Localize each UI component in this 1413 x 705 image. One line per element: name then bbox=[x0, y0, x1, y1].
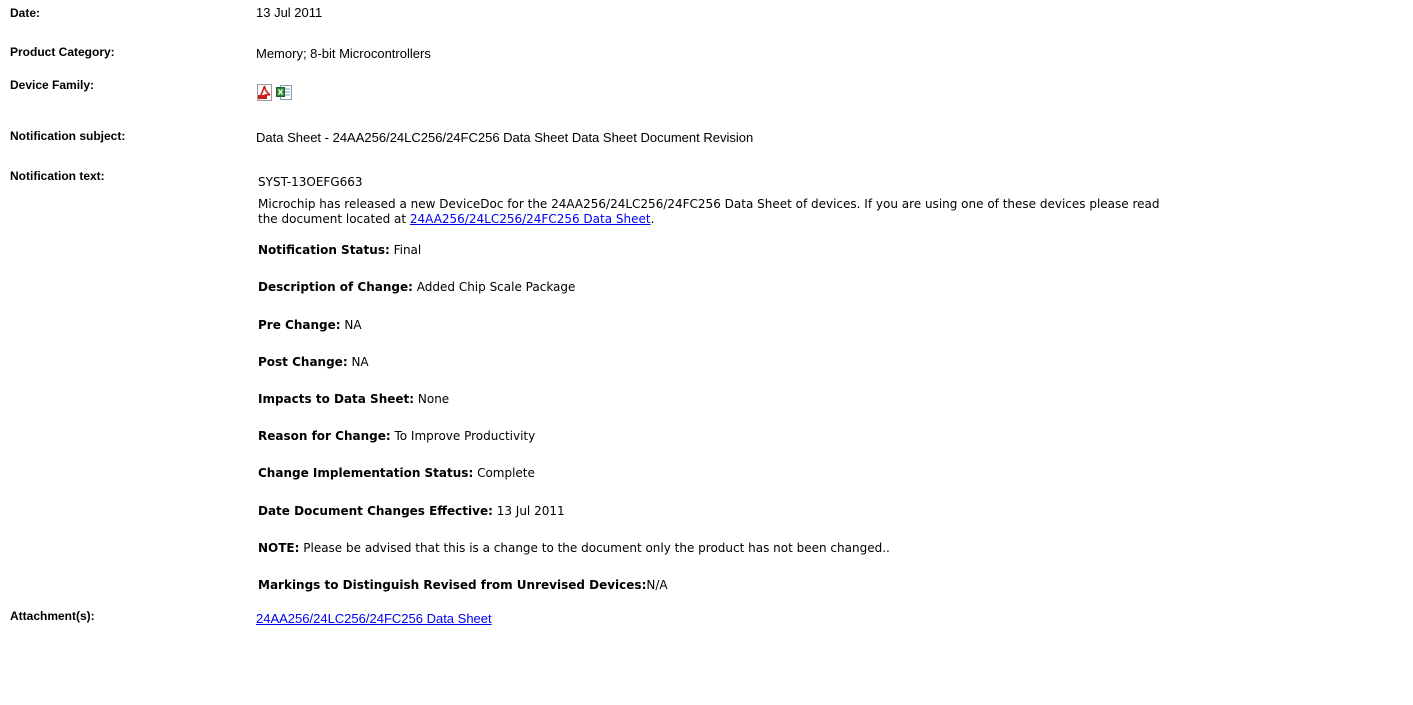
notification-intro-line2: the document located at 24AA256/24LC256/… bbox=[258, 212, 654, 226]
status-label: Notification Status: bbox=[258, 243, 390, 257]
reason-label: Reason for Change: bbox=[258, 429, 391, 443]
impacts-value: None bbox=[414, 392, 450, 406]
note-label: NOTE: bbox=[258, 541, 300, 555]
post-change-value: NA bbox=[347, 355, 369, 369]
pre-change-label: Pre Change: bbox=[258, 318, 341, 332]
effective-date-line: Date Document Changes Effective: 13 Jul … bbox=[258, 504, 565, 518]
description-value: Added Chip Scale Package bbox=[412, 280, 576, 294]
notification-intro-line1: Microchip has released a new DeviceDoc f… bbox=[258, 197, 1160, 211]
effective-date-value: 13 Jul 2011 bbox=[492, 504, 565, 518]
implementation-line: Change Implementation Status: Complete bbox=[258, 466, 535, 480]
attachments-value: 24AA256/24LC256/24FC256 Data Sheet bbox=[256, 611, 492, 626]
status-value: Final bbox=[389, 243, 422, 257]
pre-change-value: NA bbox=[340, 318, 362, 332]
implementation-value: Complete bbox=[473, 466, 535, 480]
impacts-label: Impacts to Data Sheet: bbox=[258, 392, 415, 406]
intro-prefix: the document located at bbox=[258, 212, 410, 226]
notification-body: SYST-13OEFG663 Microchip has released a … bbox=[258, 0, 1398, 705]
note-value: Please be advised that this is a change … bbox=[299, 541, 890, 555]
implementation-label: Change Implementation Status: bbox=[258, 466, 474, 480]
reason-line: Reason for Change: To Improve Productivi… bbox=[258, 429, 535, 443]
description-label: Description of Change: bbox=[258, 280, 413, 294]
post-change-line: Post Change: NA bbox=[258, 355, 369, 369]
notification-id: SYST-13OEFG663 bbox=[258, 175, 363, 189]
note-line: NOTE: Please be advised that this is a c… bbox=[258, 541, 890, 555]
attachment-datasheet-link[interactable]: 24AA256/24LC256/24FC256 Data Sheet bbox=[256, 611, 492, 626]
markings-value: N/A bbox=[646, 578, 668, 592]
effective-date-label: Date Document Changes Effective: bbox=[258, 504, 493, 518]
reason-value: To Improve Productivity bbox=[390, 429, 536, 443]
pre-change-line: Pre Change: NA bbox=[258, 318, 362, 332]
product-category-label: Product Category: bbox=[10, 45, 115, 59]
status-line: Notification Status: Final bbox=[258, 243, 421, 257]
post-change-label: Post Change: bbox=[258, 355, 348, 369]
device-family-label: Device Family: bbox=[10, 78, 95, 92]
markings-label: Markings to Distinguish Revised from Unr… bbox=[258, 578, 647, 592]
date-label: Date: bbox=[10, 6, 41, 20]
attachments-label: Attachment(s): bbox=[10, 609, 95, 623]
markings-line: Markings to Distinguish Revised from Unr… bbox=[258, 578, 668, 592]
notification-text-label: Notification text: bbox=[10, 169, 105, 183]
intro-datasheet-link[interactable]: 24AA256/24LC256/24FC256 Data Sheet bbox=[410, 212, 651, 226]
notification-subject-label: Notification subject: bbox=[10, 129, 126, 143]
intro-suffix: . bbox=[650, 212, 655, 226]
description-line: Description of Change: Added Chip Scale … bbox=[258, 280, 575, 294]
impacts-line: Impacts to Data Sheet: None bbox=[258, 392, 449, 406]
